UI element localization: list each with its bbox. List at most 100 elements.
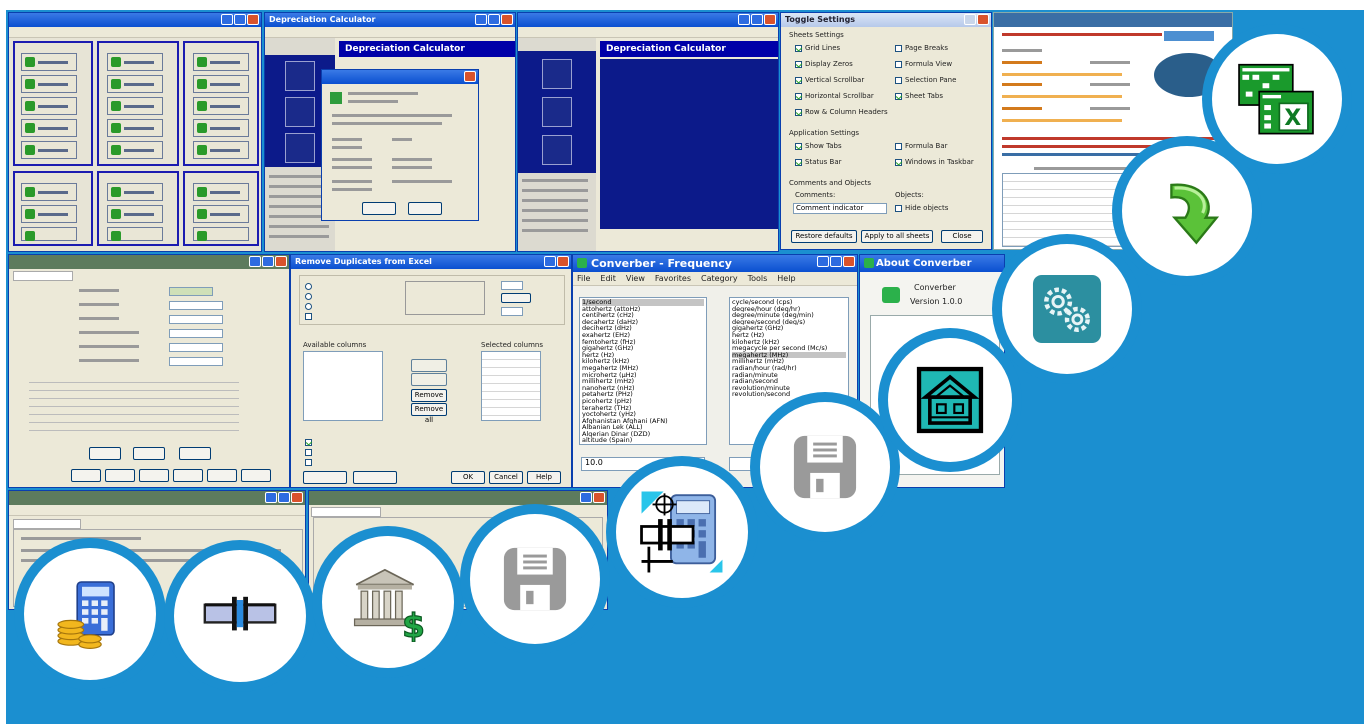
checkbox[interactable] [795, 77, 802, 84]
unit-list-item[interactable]: cycle/second (cps) [732, 299, 846, 306]
unit-list-item[interactable]: revolution/minute [732, 385, 846, 392]
unit-list-item[interactable]: femtohertz (fHz) [582, 339, 704, 346]
toolbar-button[interactable] [71, 469, 101, 482]
menu-tools[interactable]: Tools [748, 274, 768, 284]
calc-button[interactable] [193, 75, 249, 93]
toolbar-button[interactable] [241, 469, 271, 482]
unit-list-item[interactable]: terahertz (THz) [582, 405, 704, 412]
unit-list-item[interactable]: picohertz (pHz) [582, 398, 704, 405]
ok-button[interactable]: OK [451, 471, 485, 484]
schedule-window[interactable] [8, 254, 290, 488]
calc-button[interactable] [21, 119, 77, 137]
calc-button[interactable] [107, 75, 163, 93]
window-titlebar[interactable]: Remove Duplicates from Excel [291, 255, 571, 269]
unit-list-item[interactable]: nanohertz (nHz) [582, 385, 704, 392]
unit-list-item[interactable]: microhertz (µHz) [582, 372, 704, 379]
window-titlebar[interactable]: Converber - Frequency [573, 255, 857, 272]
menu-favorites[interactable]: Favorites [655, 274, 691, 284]
calc-button[interactable] [21, 205, 77, 223]
checkbox[interactable] [305, 449, 312, 456]
close-button[interactable]: Close [941, 230, 983, 243]
checkbox[interactable] [795, 143, 802, 150]
unit-list-item[interactable]: centihertz (cHz) [582, 312, 704, 319]
checkbox[interactable] [305, 313, 312, 320]
unit-list-item[interactable]: attohertz (attoHz) [582, 306, 704, 313]
toolbar-button[interactable] [207, 469, 237, 482]
unit-list-item[interactable]: yoctohertz (yHz) [582, 411, 704, 418]
nav-button[interactable] [542, 135, 572, 165]
input-field[interactable] [169, 343, 223, 352]
available-columns-list[interactable] [303, 351, 383, 421]
unit-list-item[interactable]: Afghanistan Afghani (AFN) [582, 418, 704, 425]
remove-button[interactable]: Remove [411, 389, 447, 402]
unit-list-item[interactable]: altitude (Spain) [582, 437, 704, 444]
input-field[interactable] [169, 329, 223, 338]
checkbox[interactable] [795, 61, 802, 68]
selected-columns-list[interactable] [481, 351, 541, 421]
window-titlebar[interactable]: Depreciation Calculator [265, 13, 515, 27]
unit-list-item[interactable]: megacycle per second (Mc/s) [732, 345, 846, 352]
radio-button[interactable] [305, 283, 312, 290]
dialog-titlebar[interactable] [322, 70, 478, 84]
calc-button[interactable] [21, 53, 77, 71]
menu-bar[interactable] [9, 27, 261, 38]
unit-list-item[interactable]: degree/hour (deg/hr) [732, 306, 846, 313]
calc-button[interactable] [21, 97, 77, 115]
checkbox[interactable] [305, 459, 312, 466]
floppy-save-circle-2[interactable] [750, 392, 900, 542]
cancel-button[interactable]: Cancel [489, 471, 523, 484]
calc-button[interactable] [21, 141, 77, 159]
help-button[interactable] [179, 447, 211, 460]
input-field[interactable] [169, 287, 213, 296]
unit-list-item[interactable]: exahertz (EHz) [582, 332, 704, 339]
nav-button[interactable] [542, 59, 572, 89]
window-titlebar[interactable]: Toggle Settings [781, 13, 991, 27]
calc-button[interactable] [193, 53, 249, 71]
unit-list-item[interactable]: millihertz (mHz) [582, 378, 704, 385]
window-titlebar[interactable] [309, 491, 607, 505]
footer-button[interactable] [303, 471, 347, 484]
window-titlebar[interactable] [9, 491, 305, 505]
comments-select[interactable]: Comment indicator [793, 203, 887, 214]
restore-defaults-button[interactable]: Restore defaults [791, 230, 857, 243]
house-blueprint-circle[interactable] [878, 328, 1022, 472]
menu-bar[interactable] [518, 27, 778, 38]
menu-category[interactable]: Category [701, 274, 738, 284]
input-field[interactable] [169, 357, 223, 366]
add-column-button[interactable] [411, 359, 447, 372]
toolbar-button[interactable] [105, 469, 135, 482]
unit-list-item[interactable]: Algerian Dinar (DZD) [582, 431, 704, 438]
window-titlebar[interactable] [518, 13, 778, 27]
window-titlebar[interactable] [994, 13, 1232, 27]
checkbox[interactable] [895, 93, 902, 100]
radio-button[interactable] [305, 293, 312, 300]
menu-edit[interactable]: Edit [600, 274, 616, 284]
unit-list-item[interactable]: radian/hour (rad/hr) [732, 365, 846, 372]
checkbox[interactable] [795, 109, 802, 116]
menu-view[interactable]: View [626, 274, 645, 284]
remove-all-button[interactable]: Remove all [411, 403, 447, 424]
calc-button[interactable] [107, 97, 163, 115]
checkbox[interactable] [795, 45, 802, 52]
apply-all-sheets-button[interactable]: Apply to all sheets [861, 230, 933, 243]
calc-button[interactable] [193, 205, 249, 223]
unit-list-item[interactable]: gigahertz (GHz) [732, 325, 846, 332]
bank-dollar-circle[interactable]: $ [312, 526, 464, 678]
input-field[interactable] [169, 301, 223, 310]
checkbox[interactable] [795, 159, 802, 166]
input-field[interactable] [169, 315, 223, 324]
checkbox[interactable] [895, 159, 902, 166]
calc-button[interactable] [21, 183, 77, 201]
checkbox[interactable] [895, 61, 902, 68]
depreciation-window-2[interactable]: Depreciation Calculator [517, 12, 779, 252]
depreciation-window[interactable]: Depreciation Calculator Depreciation Cal… [264, 12, 516, 252]
excel-tool-circle[interactable]: X [1202, 24, 1352, 174]
about-dialog[interactable] [321, 69, 479, 221]
unit-list-item[interactable]: 1/second [582, 299, 704, 306]
menu-bar[interactable] [265, 27, 515, 38]
toolbar-button[interactable] [139, 469, 169, 482]
nav-button[interactable] [285, 61, 315, 91]
input-field[interactable] [501, 281, 523, 290]
checkbox[interactable] [795, 93, 802, 100]
unit-list-item[interactable]: degree/minute (deg/min) [732, 312, 846, 319]
